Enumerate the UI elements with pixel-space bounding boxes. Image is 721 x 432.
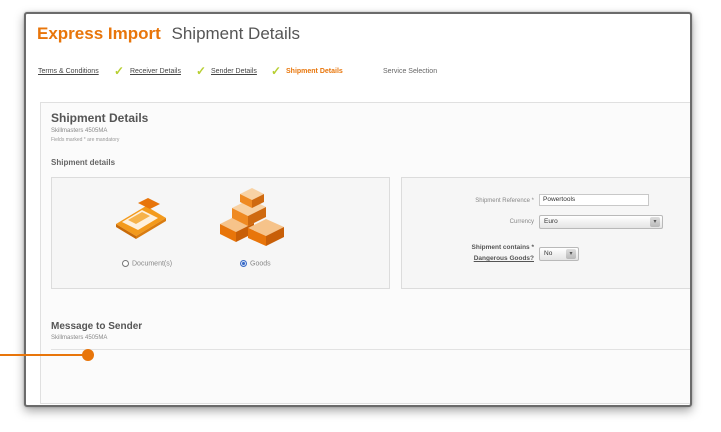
check-icon: ✓ [114,64,125,78]
browser-window: Express Import Shipment Details Terms & … [24,12,692,407]
reference-input[interactable]: Powertools [539,194,649,206]
shipment-type-box: Document(s) Goods [51,177,390,289]
goods-label: Goods [250,260,271,268]
message-subtitle: Skillmasters 4505MA [51,335,108,341]
documents-icon [116,198,166,239]
step-terms[interactable]: Terms & Conditions [38,68,99,75]
section-heading: Shipment details [51,158,116,167]
callout-line [0,354,88,356]
step-service: Service Selection [383,68,438,75]
radio-selected-icon[interactable] [240,260,247,267]
dangerous-goods-link[interactable]: Dangerous Goods? [474,255,534,262]
shipment-panel: Shipment Details Skillmasters 4505MA Fie… [40,102,690,404]
dangerous-select[interactable]: No ▾ [539,247,579,261]
chevron-down-icon: ▾ [650,217,660,227]
check-icon: ✓ [196,64,207,78]
mandatory-note: Fields marked * are mandatory [51,137,120,143]
check-icon: ✓ [271,64,282,78]
dangerous-label: Shipment contains * [471,244,534,251]
callout-dot-icon [82,349,94,361]
dangerous-value: No [544,250,553,257]
documents-option[interactable]: Document(s) [122,260,172,267]
section-title: Shipment Details [51,111,149,125]
section-subtitle: Skillmasters 4505MA [51,128,108,134]
chevron-down-icon: ▾ [566,249,576,259]
shipment-fields-box: Shipment Reference * Powertools Currency… [401,177,690,289]
currency-label: Currency [509,219,534,225]
goods-option[interactable]: Goods [240,260,271,267]
currency-value: Euro [544,218,558,225]
page-heading: Shipment Details [171,24,301,43]
step-shipment: Shipment Details [286,68,343,75]
reference-label: Shipment Reference * [475,198,534,204]
page-title: Express Import Shipment Details [37,24,300,44]
divider [51,349,690,350]
radio-icon[interactable] [122,260,129,267]
step-receiver[interactable]: Receiver Details [130,68,181,75]
goods-boxes-icon [220,188,284,246]
message-title: Message to Sender [51,321,143,332]
brand-title: Express Import [37,24,161,43]
documents-label: Document(s) [132,260,173,268]
step-sender[interactable]: Sender Details [211,68,257,75]
currency-select[interactable]: Euro ▾ [539,215,663,229]
